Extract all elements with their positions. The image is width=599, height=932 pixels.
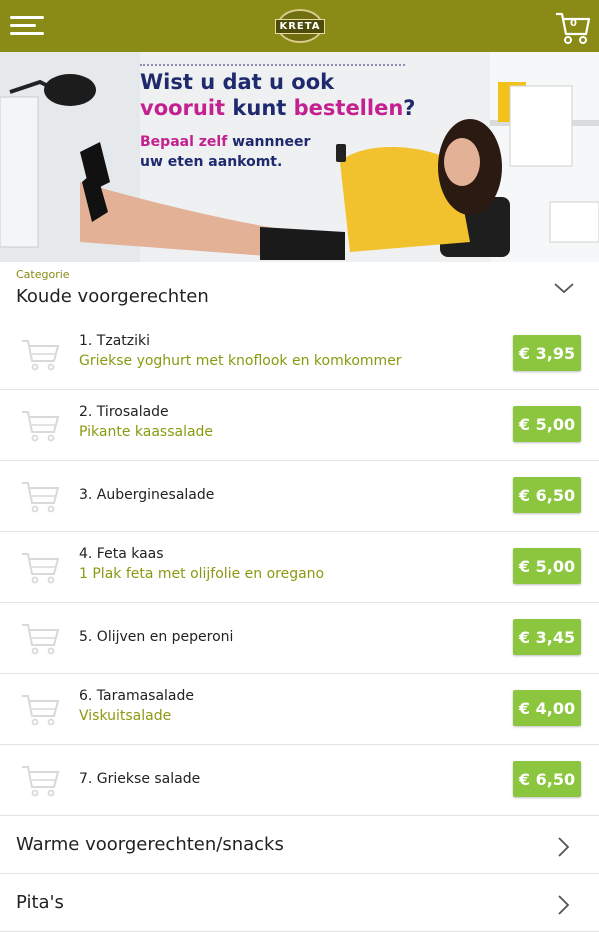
banner-headline-2: vooruit kunt bestellen? <box>140 96 415 120</box>
category-title[interactable]: Koude voorgerechten <box>16 286 209 307</box>
banner-text-wanneer: wannneer <box>227 134 311 150</box>
item-name: 2. Tirosalade <box>79 404 169 420</box>
add-to-cart-icon[interactable] <box>20 548 62 586</box>
banner-text-kunt: kunt <box>225 96 294 120</box>
list-item[interactable]: 1. Tzatziki Griekse yoghurt met knoflook… <box>0 319 599 390</box>
banner-text-aankomt: uw eten aankomt. <box>140 154 283 170</box>
category-warme-voorgerechten[interactable]: Warme voorgerechten/snacks <box>0 816 599 874</box>
chevron-right-icon <box>558 837 570 857</box>
price-button[interactable]: € 4,00 <box>513 690 581 726</box>
banner-top-divider <box>140 64 405 66</box>
item-text: 3. Auberginesalade <box>79 487 214 503</box>
list-item[interactable]: 5. Olijven en peperoni € 3,45 <box>0 603 599 674</box>
price-button[interactable]: € 3,45 <box>513 619 581 655</box>
list-item[interactable]: 4. Feta kaas 1 Plak feta met olijfolie e… <box>0 532 599 603</box>
add-to-cart-icon[interactable] <box>20 477 62 515</box>
banner-subline: Bepaal zelf wannneer uw eten aankomt. <box>140 132 415 172</box>
list-item[interactable]: 3. Auberginesalade € 6,50 <box>0 461 599 532</box>
list-item[interactable]: 6. Taramasalade Viskuitsalade € 4,00 <box>0 674 599 745</box>
menu-item-list: 1. Tzatziki Griekse yoghurt met knoflook… <box>0 319 599 816</box>
banner-headline-1: Wist u dat u ook <box>140 70 335 94</box>
banner-highlight-vooruit: vooruit <box>140 96 226 120</box>
cart-count-badge: 0 <box>570 18 577 29</box>
hamburger-menu-icon[interactable] <box>10 16 44 36</box>
logo-text: KRETA <box>275 18 325 34</box>
item-text: 7. Griekse salade <box>79 771 200 787</box>
add-to-cart-icon[interactable] <box>20 335 62 373</box>
item-name: 7. Griekse salade <box>79 771 201 787</box>
item-text: 1. Tzatziki Griekse yoghurt met knoflook… <box>79 333 402 369</box>
banner-text: Wist u dat u ook vooruit kunt bestellen?… <box>140 70 415 172</box>
price-button[interactable]: € 5,00 <box>513 406 581 442</box>
top-app-bar: KRETA 0 <box>0 0 599 52</box>
item-description: Griekse yoghurt met knoflook en komkomme… <box>79 353 402 369</box>
add-to-cart-icon[interactable] <box>20 690 62 728</box>
category-section-label: Pita's <box>16 892 64 913</box>
promo-banner[interactable]: Wist u dat u ook vooruit kunt bestellen?… <box>0 52 599 262</box>
item-name: 1. Tzatziki <box>79 333 151 349</box>
item-name: 3. Auberginesalade <box>79 487 215 503</box>
chevron-down-icon[interactable] <box>553 281 575 295</box>
price-button[interactable]: € 5,00 <box>513 548 581 584</box>
item-text: 6. Taramasalade Viskuitsalade <box>79 688 194 724</box>
price-button[interactable]: € 6,50 <box>513 477 581 513</box>
add-to-cart-icon[interactable] <box>20 761 62 799</box>
item-description: Pikante kaassalade <box>79 424 214 440</box>
item-name: 6. Taramasalade <box>79 688 195 704</box>
kreta-logo: KRETA <box>275 9 325 43</box>
item-text: 5. Olijven en peperoni <box>79 629 233 645</box>
price-button[interactable]: € 3,95 <box>513 335 581 371</box>
banner-highlight-bepaal: Bepaal zelf <box>140 134 228 150</box>
item-text: 4. Feta kaas 1 Plak feta met olijfolie e… <box>79 546 324 582</box>
category-pitas[interactable]: Pita's <box>0 874 599 932</box>
chevron-right-icon <box>558 895 570 915</box>
item-name: 4. Feta kaas <box>79 546 164 562</box>
item-name: 5. Olijven en peperoni <box>79 629 234 645</box>
item-description: 1 Plak feta met olijfolie en oregano <box>79 566 325 582</box>
price-button[interactable]: € 6,50 <box>513 761 581 797</box>
list-item[interactable]: 2. Tirosalade Pikante kaassalade € 5,00 <box>0 390 599 461</box>
list-item[interactable]: 7. Griekse salade € 6,50 <box>0 745 599 816</box>
add-to-cart-icon[interactable] <box>20 619 62 657</box>
cart-button[interactable]: 0 <box>554 10 592 46</box>
item-text: 2. Tirosalade Pikante kaassalade <box>79 404 213 440</box>
item-description: Viskuitsalade <box>79 708 172 724</box>
banner-question-mark: ? <box>403 96 416 120</box>
add-to-cart-icon[interactable] <box>20 406 62 444</box>
banner-highlight-bestellen: bestellen <box>293 96 404 120</box>
category-label: Categorie <box>16 268 70 281</box>
category-section-label: Warme voorgerechten/snacks <box>16 834 284 855</box>
